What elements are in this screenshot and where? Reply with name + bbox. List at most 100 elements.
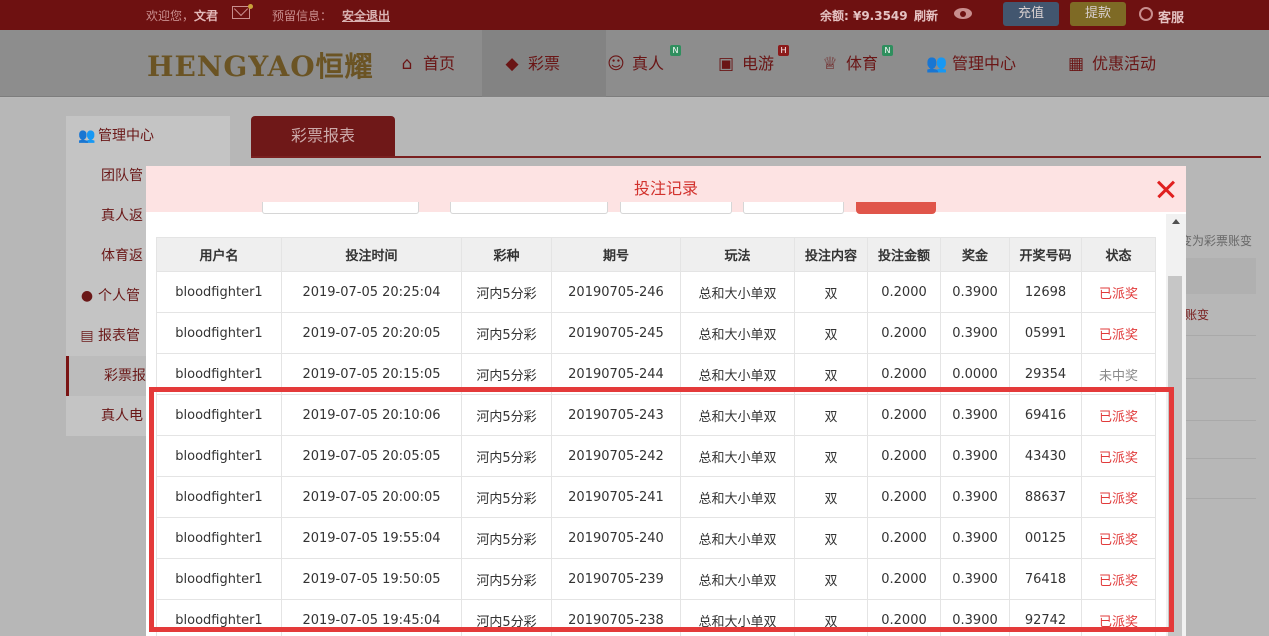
sidebar-item-label: 真人电 (101, 408, 143, 424)
sidebar-item-label: 报表管 (98, 328, 140, 344)
table-row[interactable]: bloodfighter1 2019-07-05 20:05:05 河内5分彩 201… (156, 435, 1156, 477)
nav-item-5[interactable]: 👥 管理中心 (926, 30, 1046, 97)
username-cell: bloodfighter1 (156, 435, 282, 477)
username-cell: bloodfighter1 (156, 517, 282, 559)
issue-cell: 20190705-240 (551, 517, 681, 559)
username-cell: bloodfighter1 (156, 394, 282, 436)
issue-cell: 20190705-243 (551, 394, 681, 436)
nav-item-3[interactable]: ▣ 电游 H (716, 30, 808, 97)
sidebar-item-label: 体育返 (101, 248, 143, 264)
table-row[interactable]: bloodfighter1 2019-07-05 20:15:05 河内5分彩 201… (156, 353, 1156, 395)
bet-records-table: 用户名 投注时间 彩种 期号 玩法 投注内容 投注金额 奖金 开奖号码 状态 bloodfight… (156, 237, 1156, 636)
customer-service-icon[interactable] (1139, 7, 1153, 21)
table-row[interactable]: bloodfighter1 2019-07-05 20:10:06 河内5分彩 201… (156, 394, 1156, 436)
status-cell: 已派奖 (1081, 435, 1156, 477)
refresh-link[interactable]: 刷新 (914, 7, 938, 24)
column-header: 期号 (551, 237, 681, 272)
bet-content-cell: 双 (794, 435, 868, 477)
nav-item-label: 首页 (423, 54, 456, 73)
table-row[interactable]: bloodfighter1 2019-07-05 20:25:04 河内5分彩 201… (156, 271, 1156, 313)
sidebar-item-label: 真人返 (101, 208, 143, 224)
play-type-cell: 总和大小单双 (680, 599, 795, 636)
username: 文君 (194, 9, 219, 23)
scrollbar[interactable] (1166, 214, 1186, 636)
column-header: 用户名 (156, 237, 282, 272)
live-dealer-icon: ☺ (607, 54, 625, 74)
status-cell: 已派奖 (1081, 558, 1156, 600)
play-type-cell: 总和大小单双 (680, 517, 795, 559)
status-cell: 未中奖 (1081, 353, 1156, 395)
site-logo[interactable]: HENGYAO恒耀 (147, 45, 374, 85)
nav-item-6[interactable]: ▦ 优惠活动 (1066, 30, 1186, 97)
filter-start-date-input[interactable] (262, 202, 419, 214)
bet-content-cell: 双 (794, 599, 868, 636)
issue-cell: 20190705-239 (551, 558, 681, 600)
eye-icon[interactable] (954, 8, 972, 19)
bet-amount-cell: 0.2000 (867, 394, 941, 436)
mail-icon[interactable] (232, 6, 250, 19)
issue-cell: 20190705-245 (551, 312, 681, 354)
bet-time-cell: 2019-07-05 19:45:04 (281, 599, 462, 636)
play-type-cell: 总和大小单双 (680, 271, 795, 313)
notice-label: 预留信息： (272, 9, 333, 23)
nav-item-label: 管理中心 (952, 54, 1017, 73)
scrollbar-thumb[interactable] (1168, 276, 1182, 636)
person-icon: ● (80, 288, 94, 304)
filter-end-date-input[interactable] (450, 202, 608, 214)
home-icon: ⌂ (401, 54, 413, 74)
nav-item-2[interactable]: ☺ 真人 N (606, 30, 698, 97)
filter-lottery-select[interactable] (620, 202, 732, 214)
background-note: 变为彩票账变 (1180, 234, 1253, 248)
main-nav: HENGYAO恒耀 ⌂ 首页 ◆ 彩票 ☺ 真人 N ▣ 电游 H ♕ 体育 N 👥 管理中心 ▦ 优惠活动 (0, 30, 1269, 97)
column-header: 状态 (1081, 237, 1156, 272)
table-row[interactable]: bloodfighter1 2019-07-05 19:45:04 河内5分彩 201… (156, 599, 1156, 636)
column-header: 投注时间 (281, 237, 462, 272)
withdraw-button[interactable]: 提款 (1070, 2, 1126, 26)
filter-status-select[interactable] (743, 202, 844, 214)
column-header: 彩种 (461, 237, 552, 272)
logout-link[interactable]: 安全退出 (342, 7, 390, 24)
bet-amount-cell: 0.2000 (867, 353, 941, 395)
table-row[interactable]: bloodfighter1 2019-07-05 20:00:05 河内5分彩 201… (156, 476, 1156, 518)
prize-cell: 0.0000 (940, 353, 1010, 395)
lottery-cell: 河内5分彩 (461, 517, 552, 559)
bet-content-cell: 双 (794, 517, 868, 559)
nav-item-label: 电游 (742, 54, 775, 73)
top-bar: 欢迎您，文君 预留信息： 安全退出 余额: ¥9.3549 刷新 充值 提款 客… (0, 0, 1269, 30)
lottery-cell: 河内5分彩 (461, 353, 552, 395)
column-header: 开奖号码 (1009, 237, 1082, 272)
nav-item-0[interactable]: ⌂ 首页 (397, 30, 481, 97)
sidebar-item-0[interactable]: 👥 管理中心 (66, 116, 230, 156)
prize-cell: 0.3900 (940, 599, 1010, 636)
bet-amount-cell: 0.2000 (867, 599, 941, 636)
report-icon: ▤ (80, 328, 94, 344)
username-cell: bloodfighter1 (156, 271, 282, 313)
sidebar-item-label: 个人管 (98, 288, 140, 304)
nav-item-4[interactable]: ♕ 体育 N (820, 30, 912, 97)
username-cell: bloodfighter1 (156, 353, 282, 395)
bet-content-cell: 双 (794, 476, 868, 518)
nav-item-1[interactable]: ◆ 彩票 (482, 30, 606, 97)
customer-service-link[interactable]: 客服 (1158, 7, 1184, 26)
prize-cell: 0.3900 (940, 476, 1010, 518)
prize-cell: 0.3900 (940, 517, 1010, 559)
users-icon: 👥 (78, 128, 96, 144)
close-icon[interactable] (1154, 177, 1178, 201)
table-row[interactable]: bloodfighter1 2019-07-05 19:50:05 河内5分彩 201… (156, 558, 1156, 600)
tab-underline (251, 156, 1261, 158)
bet-time-cell: 2019-07-05 20:10:06 (281, 394, 462, 436)
scroll-up-arrow-icon[interactable] (1172, 219, 1180, 224)
table-row[interactable]: bloodfighter1 2019-07-05 20:20:05 河内5分彩 201… (156, 312, 1156, 354)
play-type-cell: 总和大小单双 (680, 476, 795, 518)
balance-value: 9.3549 (861, 9, 908, 23)
tab-lottery-report[interactable]: 彩票报表 (251, 116, 395, 156)
lottery-cell: 河内5分彩 (461, 271, 552, 313)
sidebar-item-label: 团队管 (101, 168, 143, 184)
nav-badge: N (670, 45, 681, 56)
status-cell: 已派奖 (1081, 476, 1156, 518)
bet-amount-cell: 0.2000 (867, 476, 941, 518)
bet-amount-cell: 0.2000 (867, 558, 941, 600)
recharge-button[interactable]: 充值 (1003, 2, 1059, 26)
search-button[interactable] (856, 202, 936, 214)
table-row[interactable]: bloodfighter1 2019-07-05 19:55:04 河内5分彩 201… (156, 517, 1156, 559)
